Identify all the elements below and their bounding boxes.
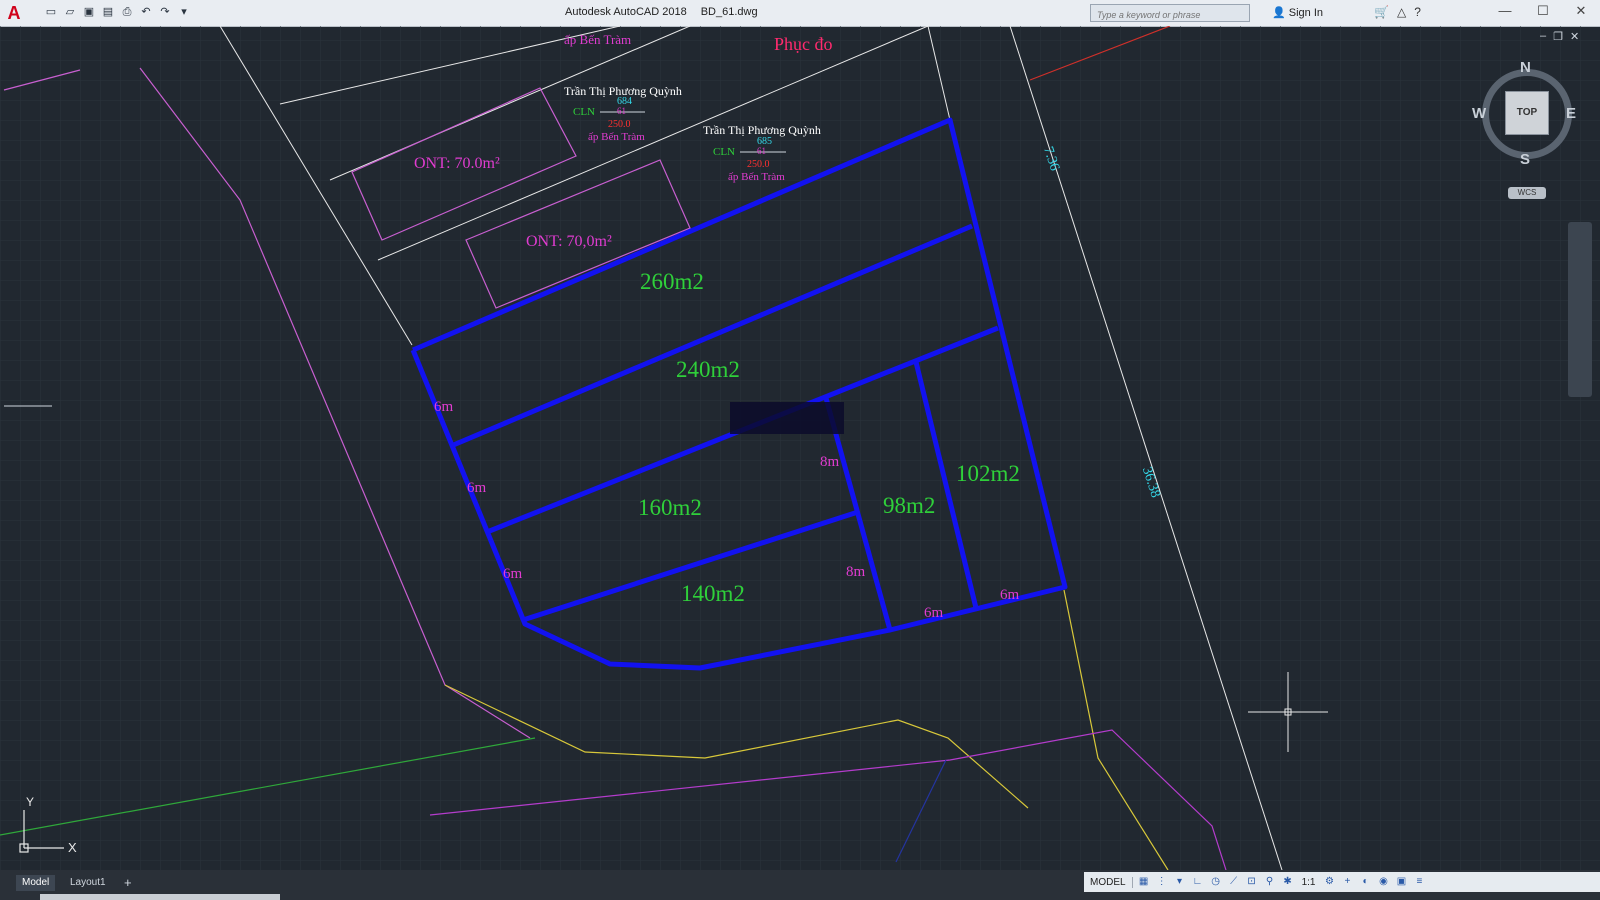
compass-north[interactable]: N — [1520, 59, 1531, 76]
autodesk-a360-icon[interactable]: △ — [1397, 5, 1406, 19]
lot-area-160: 160m2 — [638, 495, 702, 520]
open-file-icon[interactable]: ▱ — [63, 5, 77, 19]
region-label: Phục đo — [774, 34, 833, 54]
dimension-width-2: 6m — [467, 480, 487, 496]
model-space-button[interactable]: MODEL — [1084, 876, 1133, 888]
isodraft-icon[interactable]: ⟋ — [1227, 875, 1241, 889]
grid-icon[interactable]: ▦ — [1137, 875, 1151, 889]
dimension-width-1: 6m — [434, 399, 454, 415]
dropdown-icon[interactable]: ▾ — [1173, 875, 1187, 889]
lot-area-98: 98m2 — [883, 493, 935, 518]
blurred-region — [730, 402, 844, 434]
ont-label-1: ONT: 70.0m² — [414, 155, 500, 172]
annotation-icon[interactable]: ⚲ — [1263, 875, 1277, 889]
lot-area-260: 260m2 — [640, 269, 704, 294]
scale-readout[interactable]: 1:1 — [1299, 877, 1319, 888]
customize-qat-icon[interactable]: ▾ — [177, 5, 191, 19]
save-as-icon[interactable]: ▤ — [101, 5, 115, 19]
lot-area-240: 240m2 — [676, 357, 740, 382]
compass-east[interactable]: E — [1566, 105, 1576, 122]
dimension-depth-2: 8m — [846, 564, 866, 580]
parcel-area-1: 250.0 — [608, 119, 631, 130]
user-icon: 👤 — [1272, 7, 1286, 19]
parcel-place-2: ấp Bến Tràm — [728, 171, 785, 183]
app-name: Autodesk AutoCAD 2018 — [565, 6, 687, 18]
compass-south[interactable]: S — [1520, 151, 1530, 168]
horizontal-scrollbar[interactable] — [40, 894, 280, 900]
maximize-button[interactable]: ☐ — [1524, 0, 1562, 24]
ont-label-2: ONT: 70,0m² — [526, 233, 612, 250]
object-snap-icon[interactable]: ⊡ — [1245, 875, 1259, 889]
quick-access-toolbar: ▭ ▱ ▣ ▤ ⎙ ↶ ↷ ▾ — [44, 5, 191, 19]
window-title: Autodesk AutoCAD 2018 BD_61.dwg — [565, 6, 772, 18]
hardware-accel-icon[interactable]: ◉ — [1376, 875, 1390, 889]
tab-layout1[interactable]: Layout1 — [64, 875, 112, 891]
viewcube-top-face[interactable]: TOP — [1505, 91, 1549, 135]
place-label-top: ấp Bến Tràm — [564, 32, 631, 47]
redo-icon[interactable]: ↷ — [158, 5, 172, 19]
polar-icon[interactable]: ◷ — [1209, 875, 1223, 889]
dimension-width-3: 6m — [503, 566, 523, 582]
viewcube[interactable]: TOP N S E W WCS — [1472, 59, 1588, 199]
autocad-logo-icon[interactable]: A — [4, 3, 24, 23]
plus-icon[interactable]: + — [1340, 875, 1354, 889]
status-bar: MODEL ▦ ⋮ ▾ ∟ ◷ ⟋ ⊡ ⚲ ✱ 1:1 ⚙ + ◐ ◉ ▣ ≡ — [1084, 872, 1600, 892]
owner-name-2: Trần Thị Phương Quỳnh — [703, 123, 821, 137]
dimension-depth-1: 8m — [820, 454, 840, 470]
file-name: BD_61.dwg — [700, 6, 758, 18]
land-code-2: CLN — [713, 146, 735, 158]
lot-area-140: 140m2 — [681, 581, 745, 606]
lot-area-102: 102m2 — [956, 461, 1020, 486]
ucs-menu[interactable]: WCS — [1508, 187, 1546, 199]
dimension-back-1: 6m — [924, 605, 944, 621]
clean-screen-icon[interactable]: ▣ — [1394, 875, 1408, 889]
snap-icon[interactable]: ⋮ — [1155, 875, 1169, 889]
isolate-icon[interactable]: ◐ — [1358, 875, 1372, 889]
navigation-bar[interactable] — [1568, 222, 1592, 397]
search-input[interactable] — [1091, 8, 1247, 22]
sign-in-button[interactable]: 👤 Sign In — [1272, 6, 1323, 19]
undo-icon[interactable]: ↶ — [139, 5, 153, 19]
sheet-number-1: 61 — [617, 106, 626, 116]
dimension-back-2: 6m — [1000, 587, 1020, 603]
compass-west[interactable]: W — [1472, 105, 1486, 122]
tab-model[interactable]: Model — [16, 875, 56, 891]
drawing-canvas[interactable]: ấp Bến Tràm Phục đo Trần Thị Phương Quỳn… — [0, 26, 1600, 870]
workspace-gear-icon[interactable]: ⚙ — [1322, 875, 1336, 889]
cart-icon[interactable]: 🛒 — [1374, 5, 1389, 19]
minimize-button[interactable]: — — [1486, 0, 1524, 24]
help-icon[interactable]: ? — [1414, 5, 1421, 19]
print-icon[interactable]: ⎙ — [120, 5, 134, 19]
sign-in-label: Sign In — [1288, 7, 1324, 19]
doc-close-icon[interactable]: ✕ — [1570, 30, 1579, 43]
parcel-place-1: ấp Bến Tràm — [588, 131, 645, 143]
parcel-area-2: 250.0 — [747, 159, 770, 170]
sheet-number-2: 61 — [757, 146, 766, 156]
ucs-x-label: X — [68, 840, 77, 855]
title-bar: A ▭ ▱ ▣ ▤ ⎙ ↶ ↷ ▾ Autodesk AutoCAD 2018 B… — [0, 0, 1600, 27]
ucs-y-label: Y — [26, 795, 34, 809]
close-button[interactable]: ✕ — [1562, 0, 1600, 24]
doc-restore-icon[interactable]: ❐ — [1553, 30, 1563, 43]
ortho-icon[interactable]: ∟ — [1191, 875, 1205, 889]
customize-icon[interactable]: ≡ — [1412, 875, 1426, 889]
save-icon[interactable]: ▣ — [82, 5, 96, 19]
add-layout-button[interactable]: + — [118, 875, 138, 891]
document-window-controls: – ❐ ✕ — [1540, 30, 1579, 43]
annotation-scale-icon[interactable]: ✱ — [1281, 875, 1295, 889]
land-code-1: CLN — [573, 106, 595, 118]
doc-minimize-icon[interactable]: – — [1540, 30, 1546, 43]
new-file-icon[interactable]: ▭ — [44, 5, 58, 19]
search-box[interactable] — [1090, 4, 1250, 22]
